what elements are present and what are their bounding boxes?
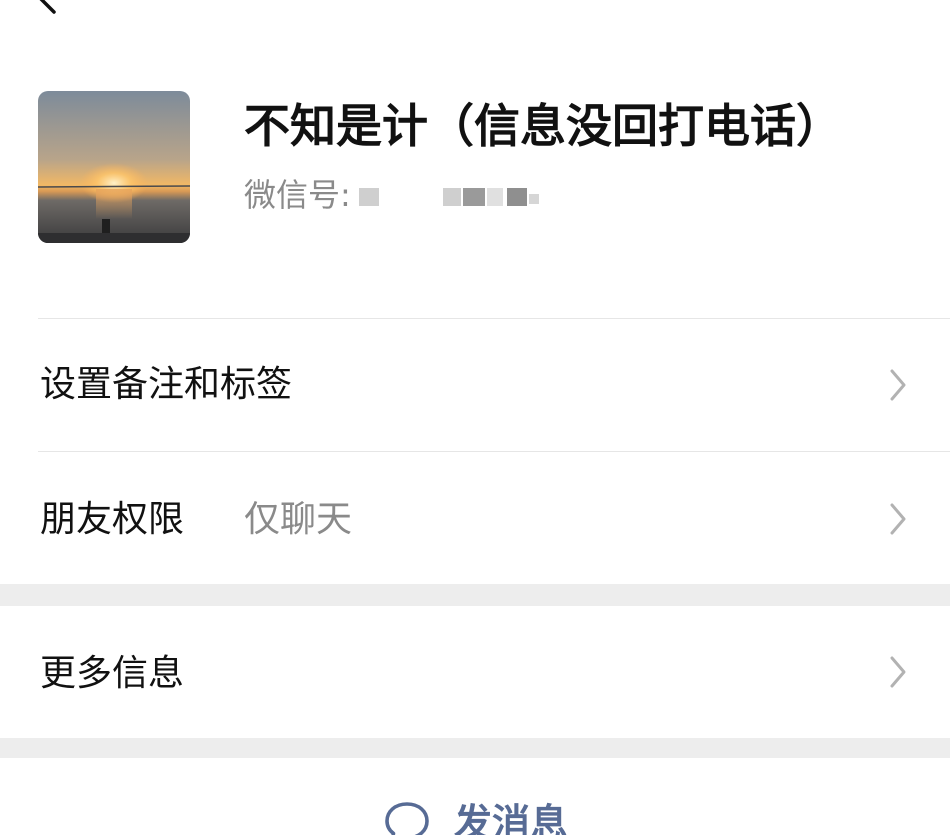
send-message-label: 发消息 [453, 801, 568, 835]
section-gap [0, 738, 950, 758]
section-gap [0, 584, 950, 606]
more-info-row[interactable]: 更多信息 [0, 606, 950, 738]
profile-header: 不知是计（信息没回打电话） 微信号: [0, 0, 950, 318]
chevron-right-icon [890, 656, 906, 688]
contact-profile-page: 不知是计（信息没回打电话） 微信号: 设置备注和标签 朋友权限 仅聊天 更多信息… [0, 0, 950, 835]
avatar[interactable] [38, 91, 190, 243]
contact-nickname: 不知是计（信息没回打电话） [244, 99, 842, 153]
wechat-id-label: 微信号: [244, 176, 351, 214]
friend-permission-value: 仅聊天 [244, 499, 353, 540]
sunset-avatar-image [38, 91, 190, 243]
chevron-right-icon [890, 503, 906, 535]
wechat-id-row: 微信号: [244, 170, 557, 220]
chat-bubble-icon [385, 802, 429, 835]
send-message-content: 发消息 [382, 798, 568, 835]
more-info-label: 更多信息 [40, 653, 185, 694]
wechat-id-redacted [357, 180, 557, 210]
send-message-button[interactable]: 发消息 [0, 758, 950, 835]
chevron-right-icon [890, 369, 906, 401]
friend-permission-label: 朋友权限 [40, 499, 185, 540]
remark-and-tags-label: 设置备注和标签 [40, 364, 293, 405]
remark-and-tags-row[interactable]: 设置备注和标签 [0, 319, 950, 451]
friend-permission-row[interactable]: 朋友权限 仅聊天 [0, 452, 950, 584]
